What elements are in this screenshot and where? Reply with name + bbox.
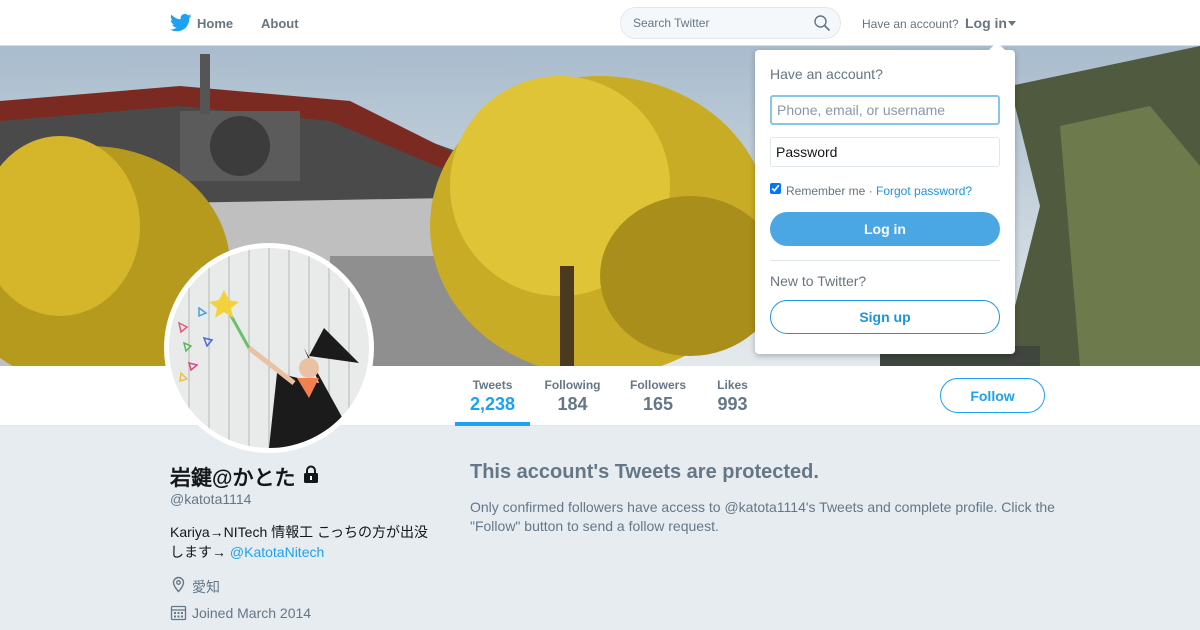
login-dropdown: Have an account? Remember me · Forgot pa… — [755, 42, 1015, 354]
search-box[interactable]: Search Twitter — [620, 7, 841, 39]
bio-mention-link[interactable]: @KatotaNitech — [230, 544, 324, 560]
stat-label: Likes — [717, 378, 748, 392]
profile-bio: Kariya→NITech 情報工 こっちの方が出没します→ @KatotaNi… — [170, 522, 440, 562]
protected-tweets-body: Only confirmed followers have access to … — [470, 499, 1055, 534]
stat-label: Following — [544, 378, 601, 392]
forgot-password-link[interactable]: Forgot password? — [876, 184, 972, 198]
stat-tweets[interactable]: Tweets 2,238 — [455, 378, 530, 415]
stat-followers[interactable]: Followers 165 — [624, 378, 692, 415]
stat-value: 165 — [642, 394, 674, 414]
search-input[interactable]: Search Twitter — [633, 16, 709, 30]
joined-text: Joined March 2014 — [192, 605, 312, 621]
stat-following[interactable]: Following 184 — [540, 378, 605, 415]
nav-home-link[interactable]: Home — [197, 16, 233, 31]
stat-value: 993 — [717, 394, 748, 414]
divider — [770, 260, 1000, 261]
nav-about-link[interactable]: About — [261, 16, 299, 31]
have-account-text: Have an account? — [862, 17, 959, 31]
follow-button[interactable]: Follow — [940, 378, 1045, 413]
profile-handle[interactable]: @katota1114 — [170, 491, 251, 507]
dropdown-caret — [989, 42, 1005, 50]
chevron-down-icon[interactable] — [1008, 21, 1016, 26]
login-menu-link[interactable]: Log in — [965, 15, 1007, 31]
username-field[interactable] — [770, 95, 1000, 125]
top-navigation-bar: Home About Search Twitter Have an accoun… — [0, 0, 1200, 46]
search-icon[interactable] — [814, 15, 830, 31]
password-field[interactable] — [770, 137, 1000, 167]
stat-label: Followers — [629, 378, 686, 392]
remember-me-checkbox[interactable] — [770, 183, 781, 194]
signup-button[interactable]: Sign up — [770, 300, 1000, 334]
calendar-icon — [170, 604, 187, 621]
avatar[interactable] — [164, 243, 374, 453]
dropdown-heading: Have an account? — [770, 66, 883, 82]
protected-tweets-title: This account's Tweets are protected. — [470, 461, 819, 483]
remember-me-label[interactable]: Remember me · — [786, 184, 873, 198]
stat-value: 184 — [557, 394, 588, 414]
profile-name: 岩鍵@かとた — [170, 467, 296, 490]
location-pin-icon — [170, 576, 187, 593]
stat-likes[interactable]: Likes 993 — [710, 378, 755, 415]
login-button[interactable]: Log in — [770, 212, 1000, 246]
active-tab-underline — [455, 422, 530, 426]
lock-icon — [302, 465, 320, 484]
new-to-twitter-text: New to Twitter? — [770, 273, 867, 289]
location-text: 愛知 — [192, 579, 220, 595]
stat-value: 2,238 — [469, 394, 516, 414]
twitter-bird-icon[interactable] — [169, 13, 192, 33]
stat-label: Tweets — [472, 378, 513, 392]
